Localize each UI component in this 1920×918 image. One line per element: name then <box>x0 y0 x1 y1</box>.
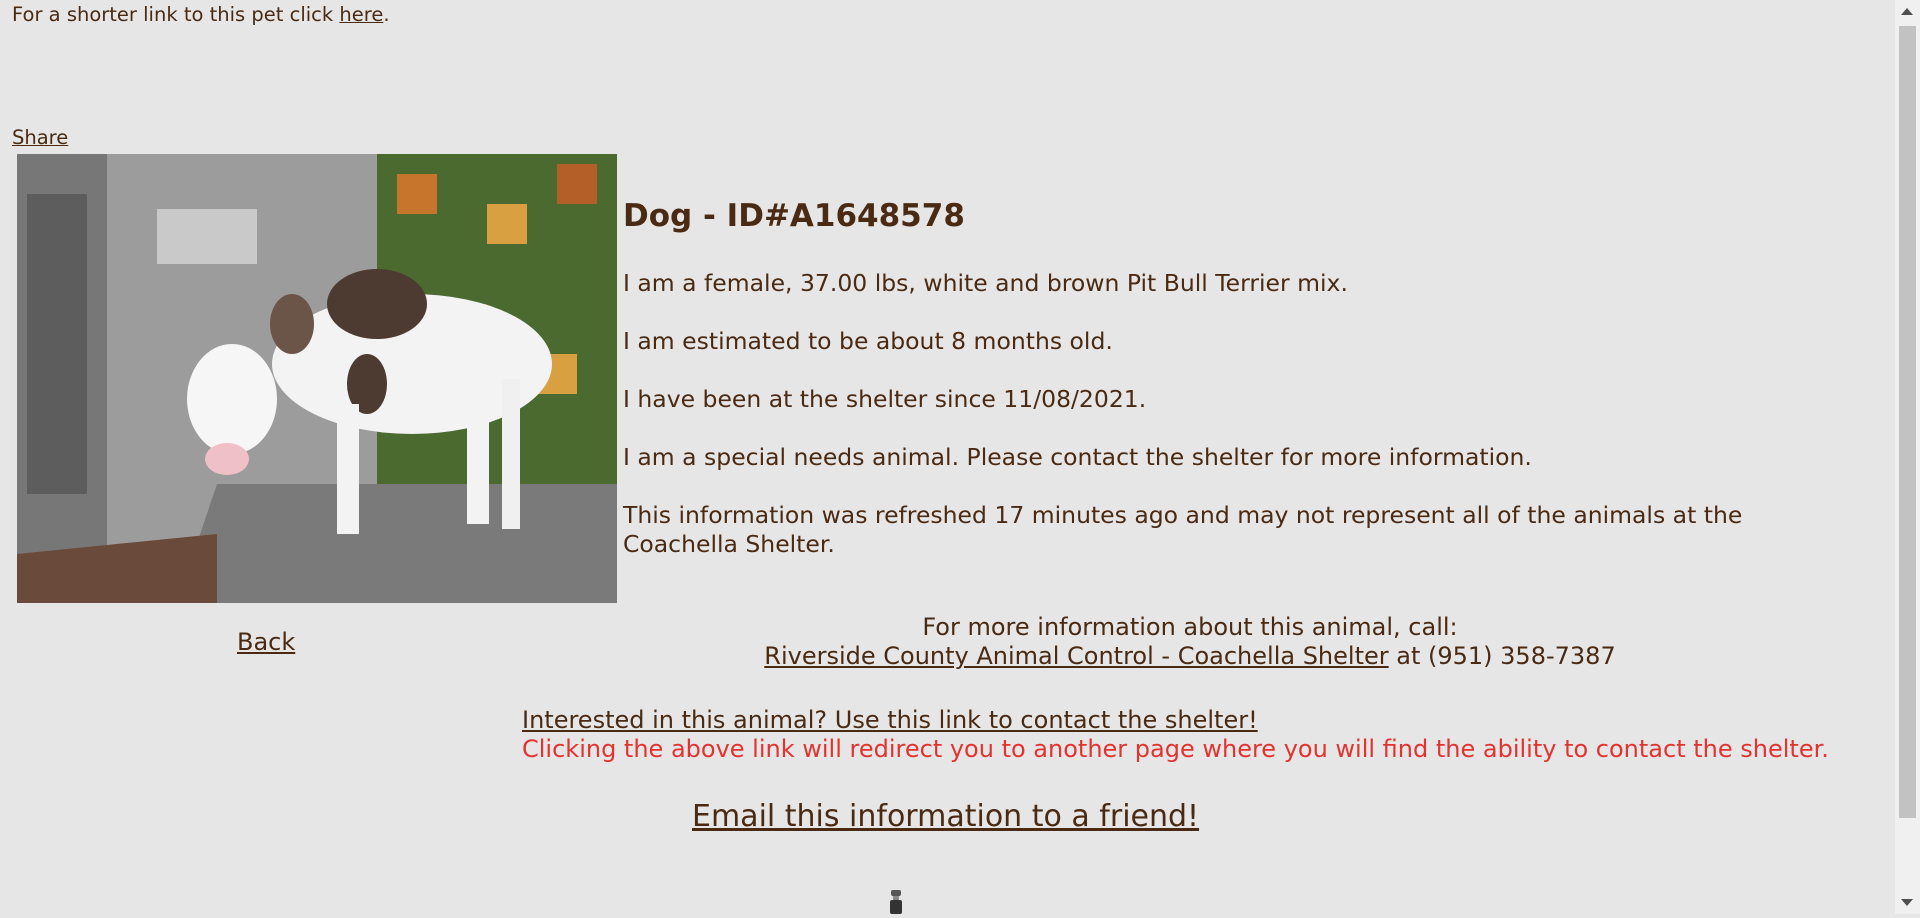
call-text: For more information about this animal, … <box>922 613 1458 641</box>
short-link-line: For a shorter link to this pet click her… <box>12 3 390 26</box>
animal-shelter-since: I have been at the shelter since 11/08/2… <box>623 385 1147 413</box>
animal-special-needs: I am a special needs animal. Please cont… <box>623 443 1532 471</box>
animal-description: I am a female, 37.00 lbs, white and brow… <box>623 269 1348 297</box>
shelter-link[interactable]: Riverside County Animal Control - Coache… <box>764 642 1388 670</box>
short-link-here[interactable]: here <box>339 3 383 26</box>
phone-text: at (951) 358-7387 <box>1388 642 1616 670</box>
short-link-prefix: For a shorter link to this pet click <box>12 3 340 26</box>
scroll-up-icon[interactable] <box>1901 8 1913 15</box>
share-link[interactable]: Share <box>12 126 68 149</box>
back-link[interactable]: Back <box>237 628 295 656</box>
contact-shelter-link[interactable]: Interested in this animal? Use this link… <box>522 706 1258 735</box>
pet-photo <box>17 154 617 603</box>
vertical-scrollbar[interactable] <box>1895 0 1920 914</box>
contact-line: Riverside County Animal Control - Coache… <box>610 642 1770 671</box>
spinner-icon <box>887 887 905 914</box>
redirect-warning: Clicking the above link will redirect yo… <box>522 735 1829 763</box>
animal-age: I am estimated to be about 8 months old. <box>623 327 1113 355</box>
animal-title: Dog - ID#A1648578 <box>623 198 965 234</box>
contact-info: For more information about this animal, … <box>610 613 1770 671</box>
email-friend-link[interactable]: Email this information to a friend! <box>692 799 1199 834</box>
scroll-down-icon[interactable] <box>1901 899 1913 906</box>
short-link-suffix: . <box>383 3 390 26</box>
scrollbar-thumb[interactable] <box>1899 26 1916 818</box>
refresh-note: This information was refreshed 17 minute… <box>623 501 1743 558</box>
